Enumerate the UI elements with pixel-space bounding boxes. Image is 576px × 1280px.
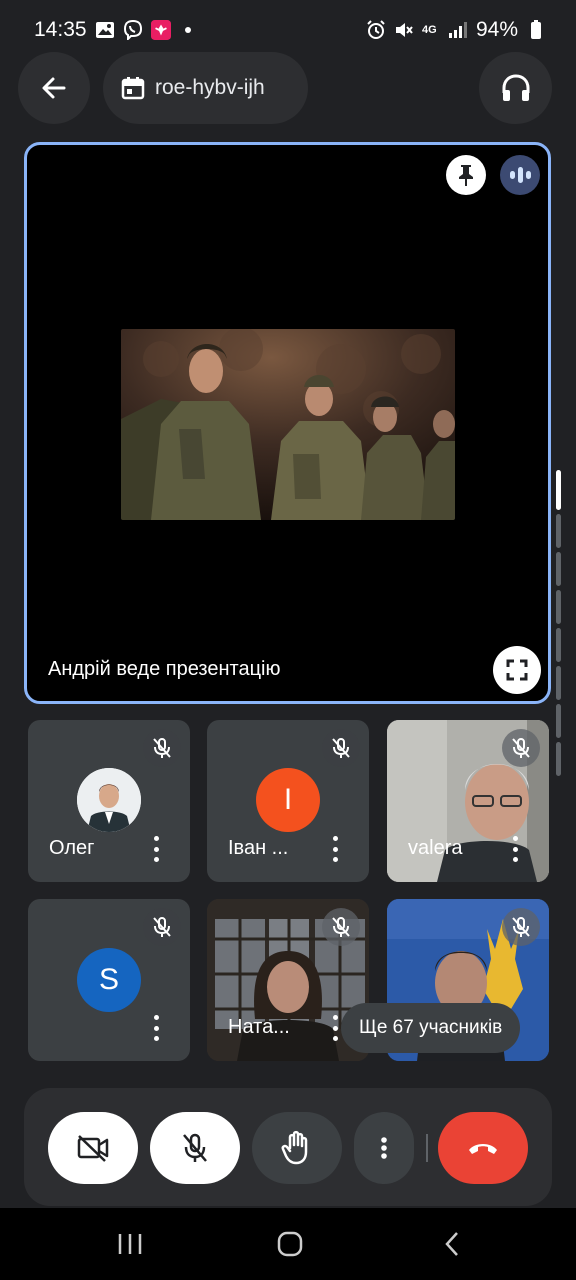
network-label: 4G xyxy=(421,24,437,36)
system-nav-bar xyxy=(0,1208,576,1280)
participant-name: Ната... xyxy=(228,1016,290,1038)
back-chevron-icon xyxy=(445,1232,458,1256)
raise-hand-button[interactable] xyxy=(252,1112,342,1184)
participant-tile[interactable]: valera xyxy=(387,720,549,882)
mute-icon xyxy=(394,20,414,40)
participant-more-button[interactable] xyxy=(325,836,345,862)
avatar: I xyxy=(256,768,320,832)
calendar-icon xyxy=(121,77,145,100)
mic-toggle-button[interactable] xyxy=(150,1112,240,1184)
more-participants-button[interactable]: Ще 67 учасників xyxy=(341,1003,521,1053)
recents-icon xyxy=(118,1234,142,1254)
mic-off-icon xyxy=(322,908,360,946)
status-time: 14:35 xyxy=(34,18,87,41)
mic-off-icon xyxy=(143,729,181,767)
meeting-code: roe-hybv-ijh xyxy=(155,76,265,99)
battery-icon xyxy=(526,20,546,40)
call-controls xyxy=(24,1088,552,1206)
mic-off-icon xyxy=(322,729,360,767)
mic-off-icon xyxy=(502,908,540,946)
fullscreen-button[interactable] xyxy=(493,646,541,694)
more-options-button[interactable] xyxy=(354,1112,414,1184)
end-call-icon xyxy=(469,1144,497,1154)
raise-hand-icon xyxy=(281,1130,308,1165)
avatar-initial: S xyxy=(98,963,119,996)
end-call-button[interactable] xyxy=(438,1112,528,1184)
pin-button[interactable] xyxy=(446,155,486,195)
more-vertical-icon xyxy=(381,1137,387,1159)
pin-icon xyxy=(459,165,473,186)
alarm-icon xyxy=(366,20,386,40)
presenter-label: Андрій веде презентацію xyxy=(48,658,281,680)
shared-video xyxy=(121,329,455,520)
presentation-tile[interactable]: Андрій веде презентацію xyxy=(24,142,551,704)
meeting-header: roe-hybv-ijh xyxy=(0,52,576,124)
participant-more-button[interactable] xyxy=(146,836,166,862)
scroll-indicator[interactable] xyxy=(556,470,562,800)
participant-tile[interactable]: Олег xyxy=(28,720,190,882)
gallery-icon xyxy=(95,20,115,40)
fullscreen-icon xyxy=(506,659,528,681)
notification-dot xyxy=(184,27,191,33)
mic-off-icon xyxy=(183,1133,207,1162)
avatar-initial: I xyxy=(283,783,293,816)
camera-off-icon xyxy=(77,1135,109,1162)
viber-icon xyxy=(123,20,143,40)
speaking-indicator-icon xyxy=(500,155,540,195)
audio-output-button[interactable] xyxy=(479,52,552,124)
meeting-info-button[interactable]: roe-hybv-ijh xyxy=(103,52,308,124)
participant-more-button[interactable] xyxy=(146,1015,166,1041)
signal-icon xyxy=(448,20,468,40)
participant-name: Іван ... xyxy=(228,837,289,859)
app-icon xyxy=(150,20,171,40)
participant-more-button[interactable] xyxy=(505,836,525,862)
participant-tile[interactable]: S xyxy=(28,899,190,1061)
mic-off-icon xyxy=(143,908,181,946)
arrow-left-icon xyxy=(42,77,66,99)
camera-toggle-button[interactable] xyxy=(48,1112,138,1184)
participant-name: valera xyxy=(408,837,463,859)
battery-percent: 94% xyxy=(475,18,518,41)
participant-name: Олег xyxy=(49,837,95,859)
headphones-icon xyxy=(502,74,529,101)
avatar xyxy=(77,768,141,832)
avatar: S xyxy=(77,948,141,1012)
mic-off-icon xyxy=(502,729,540,767)
home-icon xyxy=(277,1231,303,1257)
recents-button[interactable] xyxy=(110,1226,150,1262)
back-button[interactable] xyxy=(18,52,90,124)
nav-back-button[interactable] xyxy=(432,1226,472,1262)
participant-tile[interactable]: I Іван ... xyxy=(207,720,369,882)
status-bar: 14:35 4G 94% xyxy=(0,0,576,60)
home-button[interactable] xyxy=(270,1226,310,1262)
controls-divider xyxy=(426,1134,428,1162)
